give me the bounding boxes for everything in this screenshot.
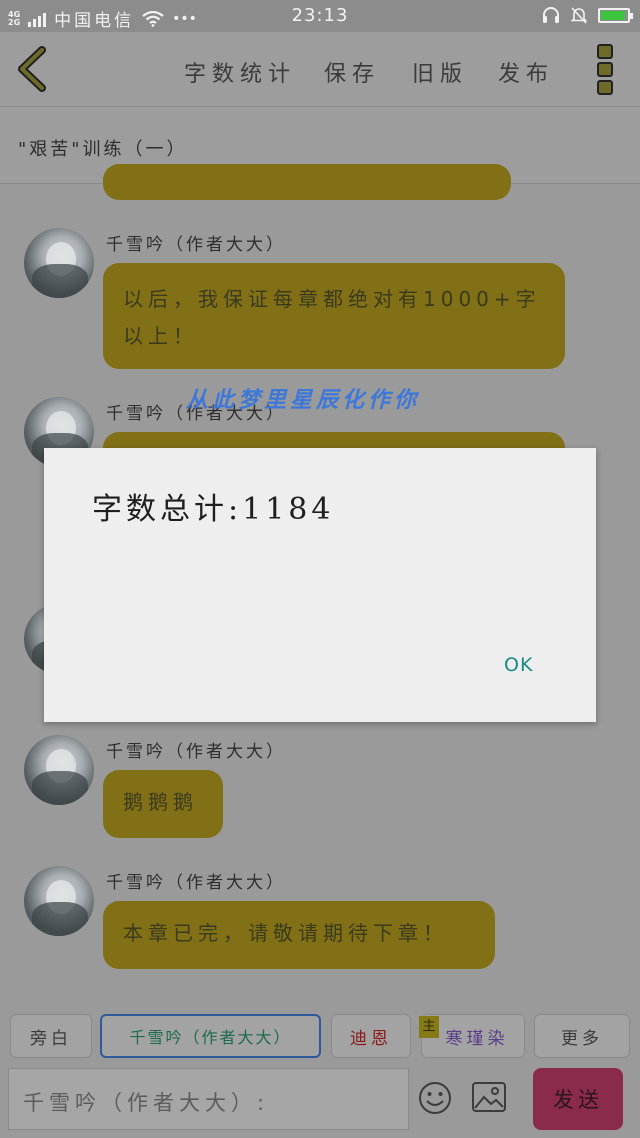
more-roles-button[interactable]: 更多 [534,1014,630,1058]
input-placeholder: 千雪吟（作者大大）: [23,1091,270,1115]
chevron-left-icon[interactable] [14,46,54,92]
input-bar: 千雪吟（作者大大）: 发送 [0,1062,640,1138]
status-bar: 4G 2G 中国电信 ••• 23:13 [0,0,640,32]
word-count-button[interactable]: 字数统计 [184,56,296,88]
sender-name: 千雪吟（作者大大） [106,235,286,255]
role-narrator[interactable]: 旁白 [10,1014,92,1058]
status-right [542,6,633,24]
message-input[interactable]: 千雪吟（作者大大）: [8,1068,409,1130]
image-icon[interactable] [471,1081,507,1113]
headphone-icon [543,7,559,23]
publish-button[interactable]: 发布 [498,56,554,88]
word-count-dialog: 字数总计:1184 OK [44,448,596,722]
send-button[interactable]: 发送 [533,1068,623,1130]
message-bubble-partial[interactable] [103,164,511,200]
dialog-message: 字数总计:1184 [92,492,335,527]
message-bubble[interactable]: 鹅鹅鹅 [103,770,223,838]
sender-name: 千雪吟（作者大大） [106,742,286,762]
message-text: 本章已完，请敬请期待下章！ [123,921,448,945]
chapter-title[interactable]: "艰苦"训练（一） [18,135,188,161]
role-dien[interactable]: 迪恩 [331,1014,411,1058]
sender-name: 千雪吟（作者大大） [106,873,286,893]
message-text: 以后，我保证每章都绝对有1000+字以上！ [123,287,541,348]
avatar[interactable] [24,228,94,298]
ok-button[interactable]: OK [504,654,533,676]
more-vertical-icon[interactable] [594,44,616,96]
old-version-button[interactable]: 旧版 [412,56,468,88]
save-button[interactable]: 保存 [324,56,380,88]
message-bubble[interactable]: 以后，我保证每章都绝对有1000+字以上！ [103,263,565,369]
avatar[interactable] [24,735,94,805]
message-bubble[interactable]: 本章已完，请敬请期待下章！ [103,901,495,969]
role-author[interactable]: 千雪吟（作者大大） [100,1014,321,1058]
editor-toolbar: 字数统计 保存 旧版 发布 [0,32,640,107]
main-role-badge: 主 [419,1016,439,1038]
message-text: 鹅鹅鹅 [123,790,198,814]
emoji-icon[interactable] [418,1081,452,1115]
bell-muted-icon [570,7,588,24]
watermark-text: 从此梦里星辰化作你 [186,388,421,413]
battery-charging-icon [598,7,633,23]
role-label: 寒瑾染 [445,1028,509,1049]
role-selector: 旁白 千雪吟（作者大大） 迪恩 寒瑾染 主 更多 [0,1002,640,1062]
avatar[interactable] [24,866,94,936]
